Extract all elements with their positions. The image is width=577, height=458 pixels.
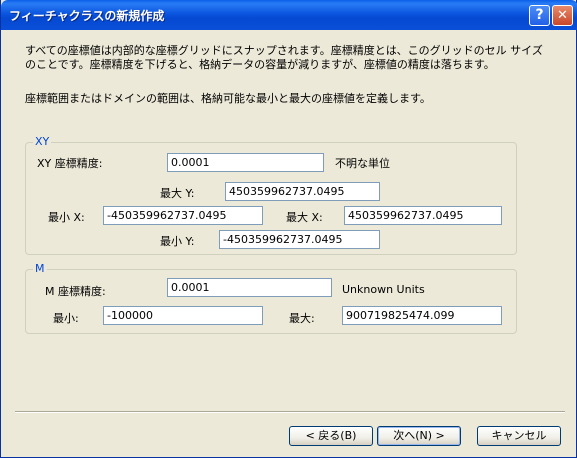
xy-units-label: 不明な単位 [335,157,390,170]
xy-precision-input[interactable] [167,153,324,172]
cancel-button[interactable]: キャンセル [477,426,561,446]
m-min-input[interactable] [103,306,263,325]
close-icon[interactable]: ✕ [552,5,573,26]
description-line-1: すべての座標値は内部的な座標グリッドにスナップされます。座標精度とは、このグリッ… [25,44,543,57]
m-precision-label: M 座標精度: [45,285,106,298]
xy-precision-label: XY 座標精度: [37,157,103,170]
min-x-label: 最小 X: [48,211,85,224]
min-y-label: 最小 Y: [160,235,195,248]
xy-group-title: XY [33,135,52,148]
max-x-label: 最大 X: [286,211,323,224]
dialog-window: フィーチャクラスの新規作成 ? ✕ すべての座標値は内部的な座標グリッドにスナッ… [0,0,577,458]
description-line-2: のことです。座標精度を下げると、格納データの容量が減りますが、座標値の精度は落ち… [25,58,495,71]
help-icon[interactable]: ? [529,5,550,26]
m-max-label: 最大: [289,312,315,325]
min-x-input[interactable] [103,206,263,225]
next-button[interactable]: 次へ(N) > [377,426,461,446]
m-max-input[interactable] [342,306,502,325]
max-x-input[interactable] [344,206,502,225]
min-y-input[interactable] [219,230,380,249]
max-y-label: 最大 Y: [160,187,195,200]
button-separator [15,411,565,413]
title-bar[interactable]: フィーチャクラスの新規作成 ? ✕ [1,0,577,30]
m-min-label: 最小: [53,312,79,325]
description-line-3: 座標範囲またはドメインの範囲は、格納可能な最小と最大の座標値を定義します。 [25,92,431,105]
m-units-label: Unknown Units [342,283,425,296]
back-button[interactable]: < 戻る(B) [289,426,373,446]
window-title: フィーチャクラスの新規作成 [9,9,165,23]
m-group-title: M [33,262,47,275]
m-precision-input[interactable] [167,278,332,297]
max-y-input[interactable] [225,182,380,201]
